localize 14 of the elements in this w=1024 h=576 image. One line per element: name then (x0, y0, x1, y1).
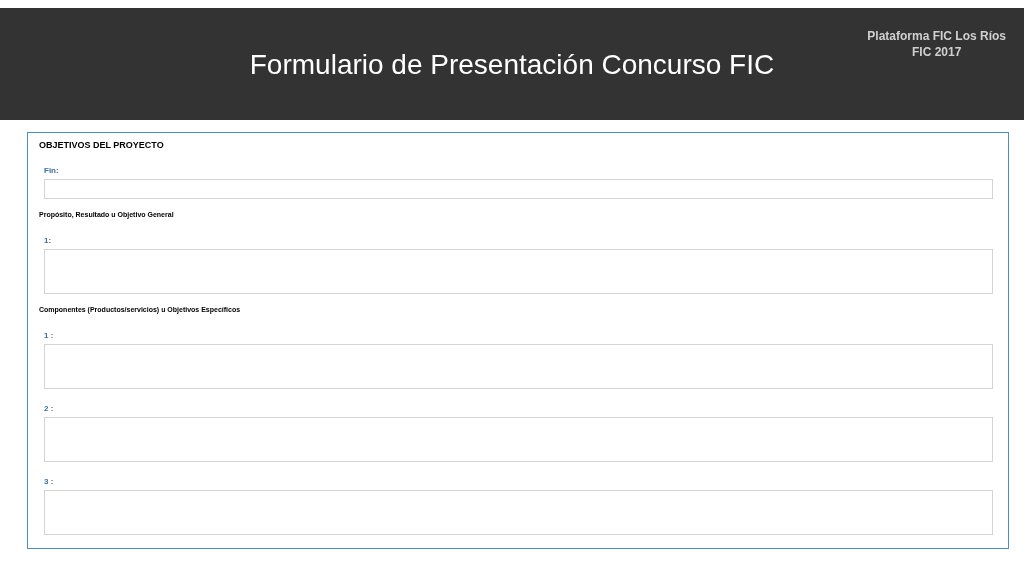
text-area[interactable] (44, 249, 993, 294)
edition-label: FIC 2017 (911, 44, 962, 60)
platform-label: Plataforma FIC Los Ríos (867, 28, 1006, 44)
section-title: OBJETIVOS DEL PROYECTO (39, 139, 165, 152)
text-field[interactable] (44, 179, 993, 199)
field-label: 3 : (44, 477, 55, 487)
text-area[interactable] (44, 417, 993, 462)
text-area[interactable] (44, 490, 993, 535)
field-label: Fin: (44, 166, 60, 176)
slide-title: Formulario de Presentación Concurso FIC (249, 48, 775, 82)
field-label: 1: (44, 236, 53, 246)
text-area[interactable] (44, 344, 993, 389)
field-label: 2 : (44, 404, 55, 414)
field-label: 1 : (44, 331, 55, 341)
